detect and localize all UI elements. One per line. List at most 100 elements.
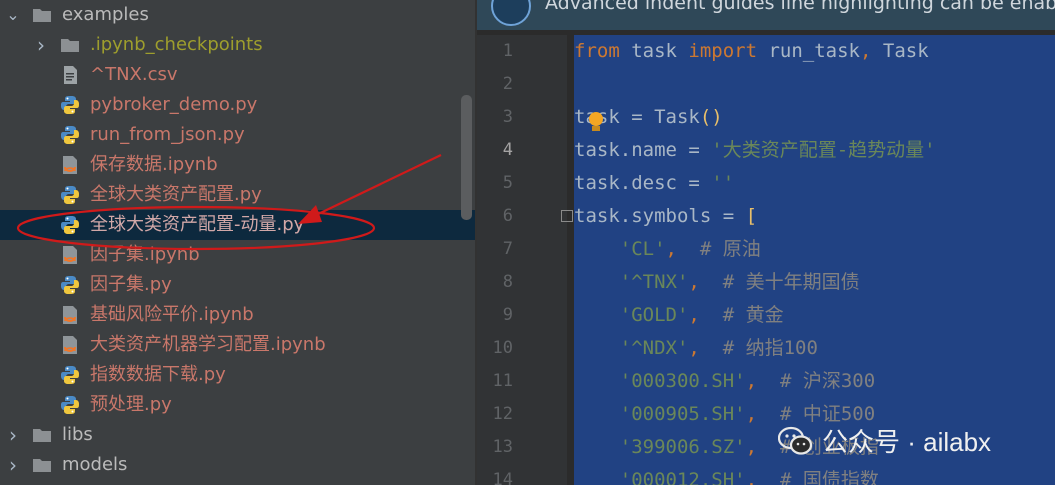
code-line[interactable]: 'GOLD', # 黄金 [574, 299, 784, 332]
tree-item[interactable]: 全球大类资产配置.py [0, 180, 475, 210]
folder-icon [32, 425, 52, 445]
tree-item-label: 预处理.py [90, 394, 172, 415]
project-tree: ⌄ examples › .ipynb_checkpoints ^TNX.csv pybr… [0, 0, 475, 485]
banner-text: Advanced indent guides line highlighting… [545, 0, 1055, 14]
code-token: , [688, 271, 700, 293]
notebook-file-icon [60, 305, 80, 325]
tree-item-label: libs [62, 424, 93, 445]
code-line[interactable]: task.desc = '' [574, 167, 734, 200]
editor-notification-banner: Advanced indent guides line highlighting… [477, 0, 1055, 30]
tree-item-label: 指数数据下载.py [90, 364, 226, 385]
tree-item[interactable]: 基础风险平价.ipynb [0, 300, 475, 330]
line-number: 11 [492, 371, 513, 391]
python-file-icon [60, 125, 80, 145]
fold-marker-icon[interactable] [561, 210, 573, 222]
tree-item[interactable]: pybroker_demo.py [0, 90, 475, 120]
wechat-icon [778, 426, 812, 455]
tree-item[interactable]: 因子集.ipynb [0, 240, 475, 270]
code-token: , [745, 469, 758, 485]
tree-item-label: 全球大类资产配置-动量.py [90, 214, 305, 235]
folder-icon [60, 35, 80, 55]
chevron-down-icon[interactable]: ⌄ [6, 0, 20, 30]
line-number: 4 [502, 140, 513, 160]
tree-item-label: 因子集.py [90, 274, 172, 295]
code-line[interactable]: 'CL', # 原油 [574, 233, 761, 266]
code-token: # 美十年期国债 [699, 271, 860, 293]
line-number: 6 [502, 206, 513, 226]
tree-item-label: ^TNX.csv [90, 64, 178, 85]
tree-item[interactable]: 保存数据.ipynb [0, 150, 475, 180]
code-line[interactable]: '000012.SH', # 国债指数 [574, 464, 879, 485]
line-number-gutter: 1 2 3 4 5 6 7 8 9 10 11 12 13 14 [477, 35, 567, 485]
tree-item[interactable]: 大类资产机器学习配置.ipynb [0, 330, 475, 360]
line-number: 9 [502, 305, 513, 325]
notebook-file-icon [60, 245, 80, 265]
python-file-icon [60, 185, 80, 205]
code-token: , [688, 304, 700, 326]
tree-item-label: 大类资产机器学习配置.ipynb [90, 334, 326, 355]
code-token: 'CL' [619, 238, 666, 260]
code-line[interactable]: task.name = '大类资产配置-趋势动量' [574, 134, 936, 167]
code-token: # 国债指数 [757, 469, 879, 485]
text-file-icon [60, 65, 80, 85]
tree-item[interactable]: 预处理.py [0, 390, 475, 420]
code-token: '^TNX' [619, 271, 689, 293]
line-number: 3 [502, 107, 513, 127]
notebook-file-icon [60, 155, 80, 175]
tree-item[interactable]: 指数数据下载.py [0, 360, 475, 390]
code-line[interactable]: '000300.SH', # 沪深300 [574, 365, 875, 398]
tree-item-label: 保存数据.ipynb [90, 154, 218, 175]
code-token: '000300.SH' [619, 370, 746, 392]
lightbulb-base [592, 126, 600, 131]
code-line[interactable]: from task import run_task, Task [574, 35, 929, 68]
line-number: 14 [492, 470, 513, 485]
code-token: , [665, 238, 677, 260]
line-number: 1 [502, 41, 513, 61]
code-line[interactable]: task.symbols = [ [574, 200, 757, 233]
code-token: '' [711, 172, 735, 194]
project-tree-scrollbar[interactable] [461, 95, 472, 220]
tree-item[interactable]: run_from_json.py [0, 120, 475, 150]
code-token: from [574, 40, 620, 62]
code-token: '000012.SH' [619, 469, 746, 485]
tree-item[interactable]: ⌄ examples [0, 0, 475, 30]
line-number: 13 [492, 437, 513, 457]
chevron-right-icon[interactable]: › [6, 450, 20, 480]
code-token: task [619, 40, 689, 62]
tree-item[interactable]: 全球大类资产配置-动量.py [0, 210, 475, 240]
lightbulb-icon[interactable] [589, 112, 603, 126]
python-file-icon [60, 365, 80, 385]
tree-item[interactable]: ^TNX.csv [0, 60, 475, 90]
code-token: '大类资产配置-趋势动量' [711, 139, 936, 161]
code-token: # 黄金 [699, 304, 784, 326]
line-number: 10 [492, 338, 513, 358]
code-token: 'GOLD' [619, 304, 689, 326]
code-token: # 原油 [676, 238, 761, 260]
code-token: # 纳指100 [699, 337, 818, 359]
code-token: '000905.SH' [619, 403, 746, 425]
code-token: , [860, 40, 872, 62]
line-number: 8 [502, 272, 513, 292]
code-line[interactable]: '^NDX', # 纳指100 [574, 332, 818, 365]
code-token: () [699, 106, 723, 128]
tree-item[interactable]: › models [0, 450, 475, 480]
code-token: Task [871, 40, 929, 62]
chevron-right-icon[interactable]: › [6, 420, 20, 450]
folder-icon [32, 455, 52, 475]
chevron-right-icon[interactable]: › [34, 30, 48, 60]
tree-item-label: 因子集.ipynb [90, 244, 200, 265]
code-editor[interactable]: Advanced indent guides line highlighting… [477, 0, 1055, 485]
code-token: , [745, 370, 758, 392]
tree-item[interactable]: › libs [0, 420, 475, 450]
code-token: , [745, 436, 758, 458]
tree-item[interactable]: › .ipynb_checkpoints [0, 30, 475, 60]
tree-item[interactable]: 因子集.py [0, 270, 475, 300]
code-token: import [688, 40, 758, 62]
code-token: '399006.SZ' [619, 436, 746, 458]
code-line[interactable]: '^TNX', # 美十年期国债 [574, 266, 860, 299]
notebook-file-icon [60, 335, 80, 355]
